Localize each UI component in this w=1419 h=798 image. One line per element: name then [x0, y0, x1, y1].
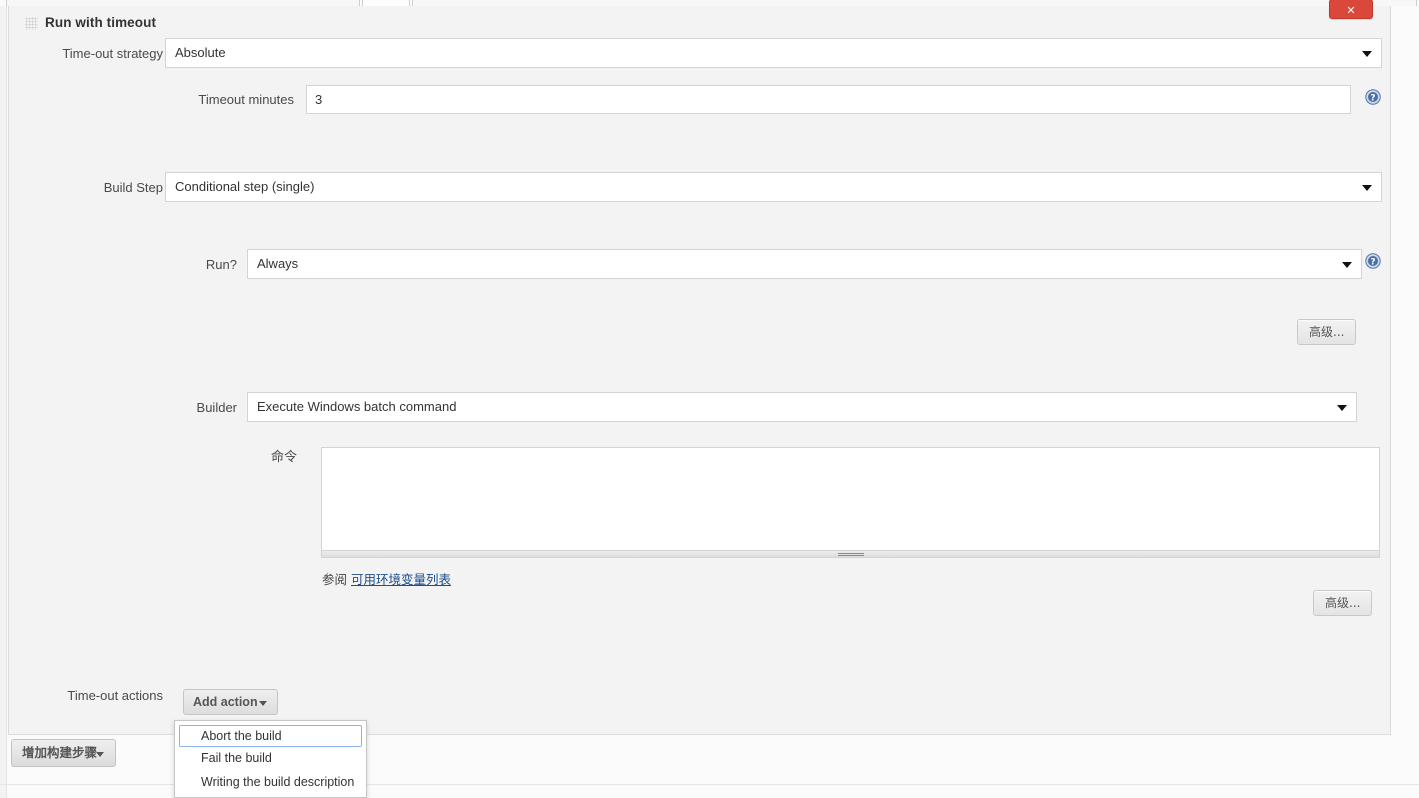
build-step-select[interactable]: Conditional step (single)	[165, 172, 1382, 202]
page-title: Run with timeout	[45, 15, 157, 30]
drag-grip-icon[interactable]	[25, 17, 38, 30]
left-rail	[0, 6, 7, 798]
timeout-strategy-select[interactable]: Absolute	[165, 38, 1382, 68]
builder-label: Builder	[196, 400, 237, 415]
timeout-strategy-label: Time-out strategy	[62, 46, 163, 61]
svg-text:?: ?	[1370, 94, 1375, 104]
chevron-down-icon	[259, 701, 267, 706]
advanced-run-condition-button[interactable]: 高级...	[1297, 319, 1357, 345]
timeout-actions-label: Time-out actions	[67, 688, 163, 703]
build-step-label: Build Step	[103, 180, 163, 195]
chevron-down-icon	[96, 752, 104, 757]
env-help-line: 参阅 可用环境变量列表	[322, 569, 451, 588]
resize-grip-icon[interactable]	[837, 553, 864, 556]
build-step-block: Run with timeout ✕ Time-out strategy Abs…	[8, 0, 1391, 735]
add-build-step-label: 增加构建步骤	[22, 745, 98, 760]
command-label: 命令	[270, 450, 297, 465]
builder-select[interactable]: Execute Windows batch command	[247, 392, 1357, 422]
help-icon[interactable]: ?	[1365, 89, 1381, 105]
timeout-minutes-label: Timeout minutes	[198, 92, 294, 107]
command-textarea[interactable]	[321, 447, 1380, 551]
run-condition-select[interactable]: Always	[247, 249, 1362, 279]
timeout-minutes-input[interactable]: 3	[306, 85, 1351, 114]
delete-step-button[interactable]: ✕	[1329, 0, 1373, 19]
dropdown-item-writing-the-build-description[interactable]: Writing the build description	[179, 771, 362, 795]
advanced-builder-button[interactable]: 高级...	[1313, 590, 1373, 616]
add-action-dropdown-menu[interactable]: Abort the build Fail the build Writing t…	[174, 720, 367, 798]
textarea-resize-bar[interactable]	[321, 551, 1380, 558]
available-env-vars-link[interactable]: 可用环境变量列表	[351, 572, 451, 587]
right-gutter	[1391, 6, 1419, 798]
add-action-label: Add action	[193, 695, 258, 709]
help-icon[interactable]: ?	[1365, 253, 1381, 269]
add-build-step-button[interactable]: 增加构建步骤	[11, 739, 116, 767]
dropdown-item-fail-the-build[interactable]: Fail the build	[179, 747, 362, 771]
env-help-prefix: 参阅	[322, 572, 348, 587]
page-frame: Run with timeout ✕ Time-out strategy Abs…	[0, 0, 1419, 798]
add-action-button[interactable]: Add action	[183, 689, 278, 715]
svg-text:?: ?	[1370, 258, 1375, 268]
run-condition-label: Run?	[205, 257, 237, 272]
dropdown-item-abort-the-build[interactable]: Abort the build	[179, 725, 362, 747]
